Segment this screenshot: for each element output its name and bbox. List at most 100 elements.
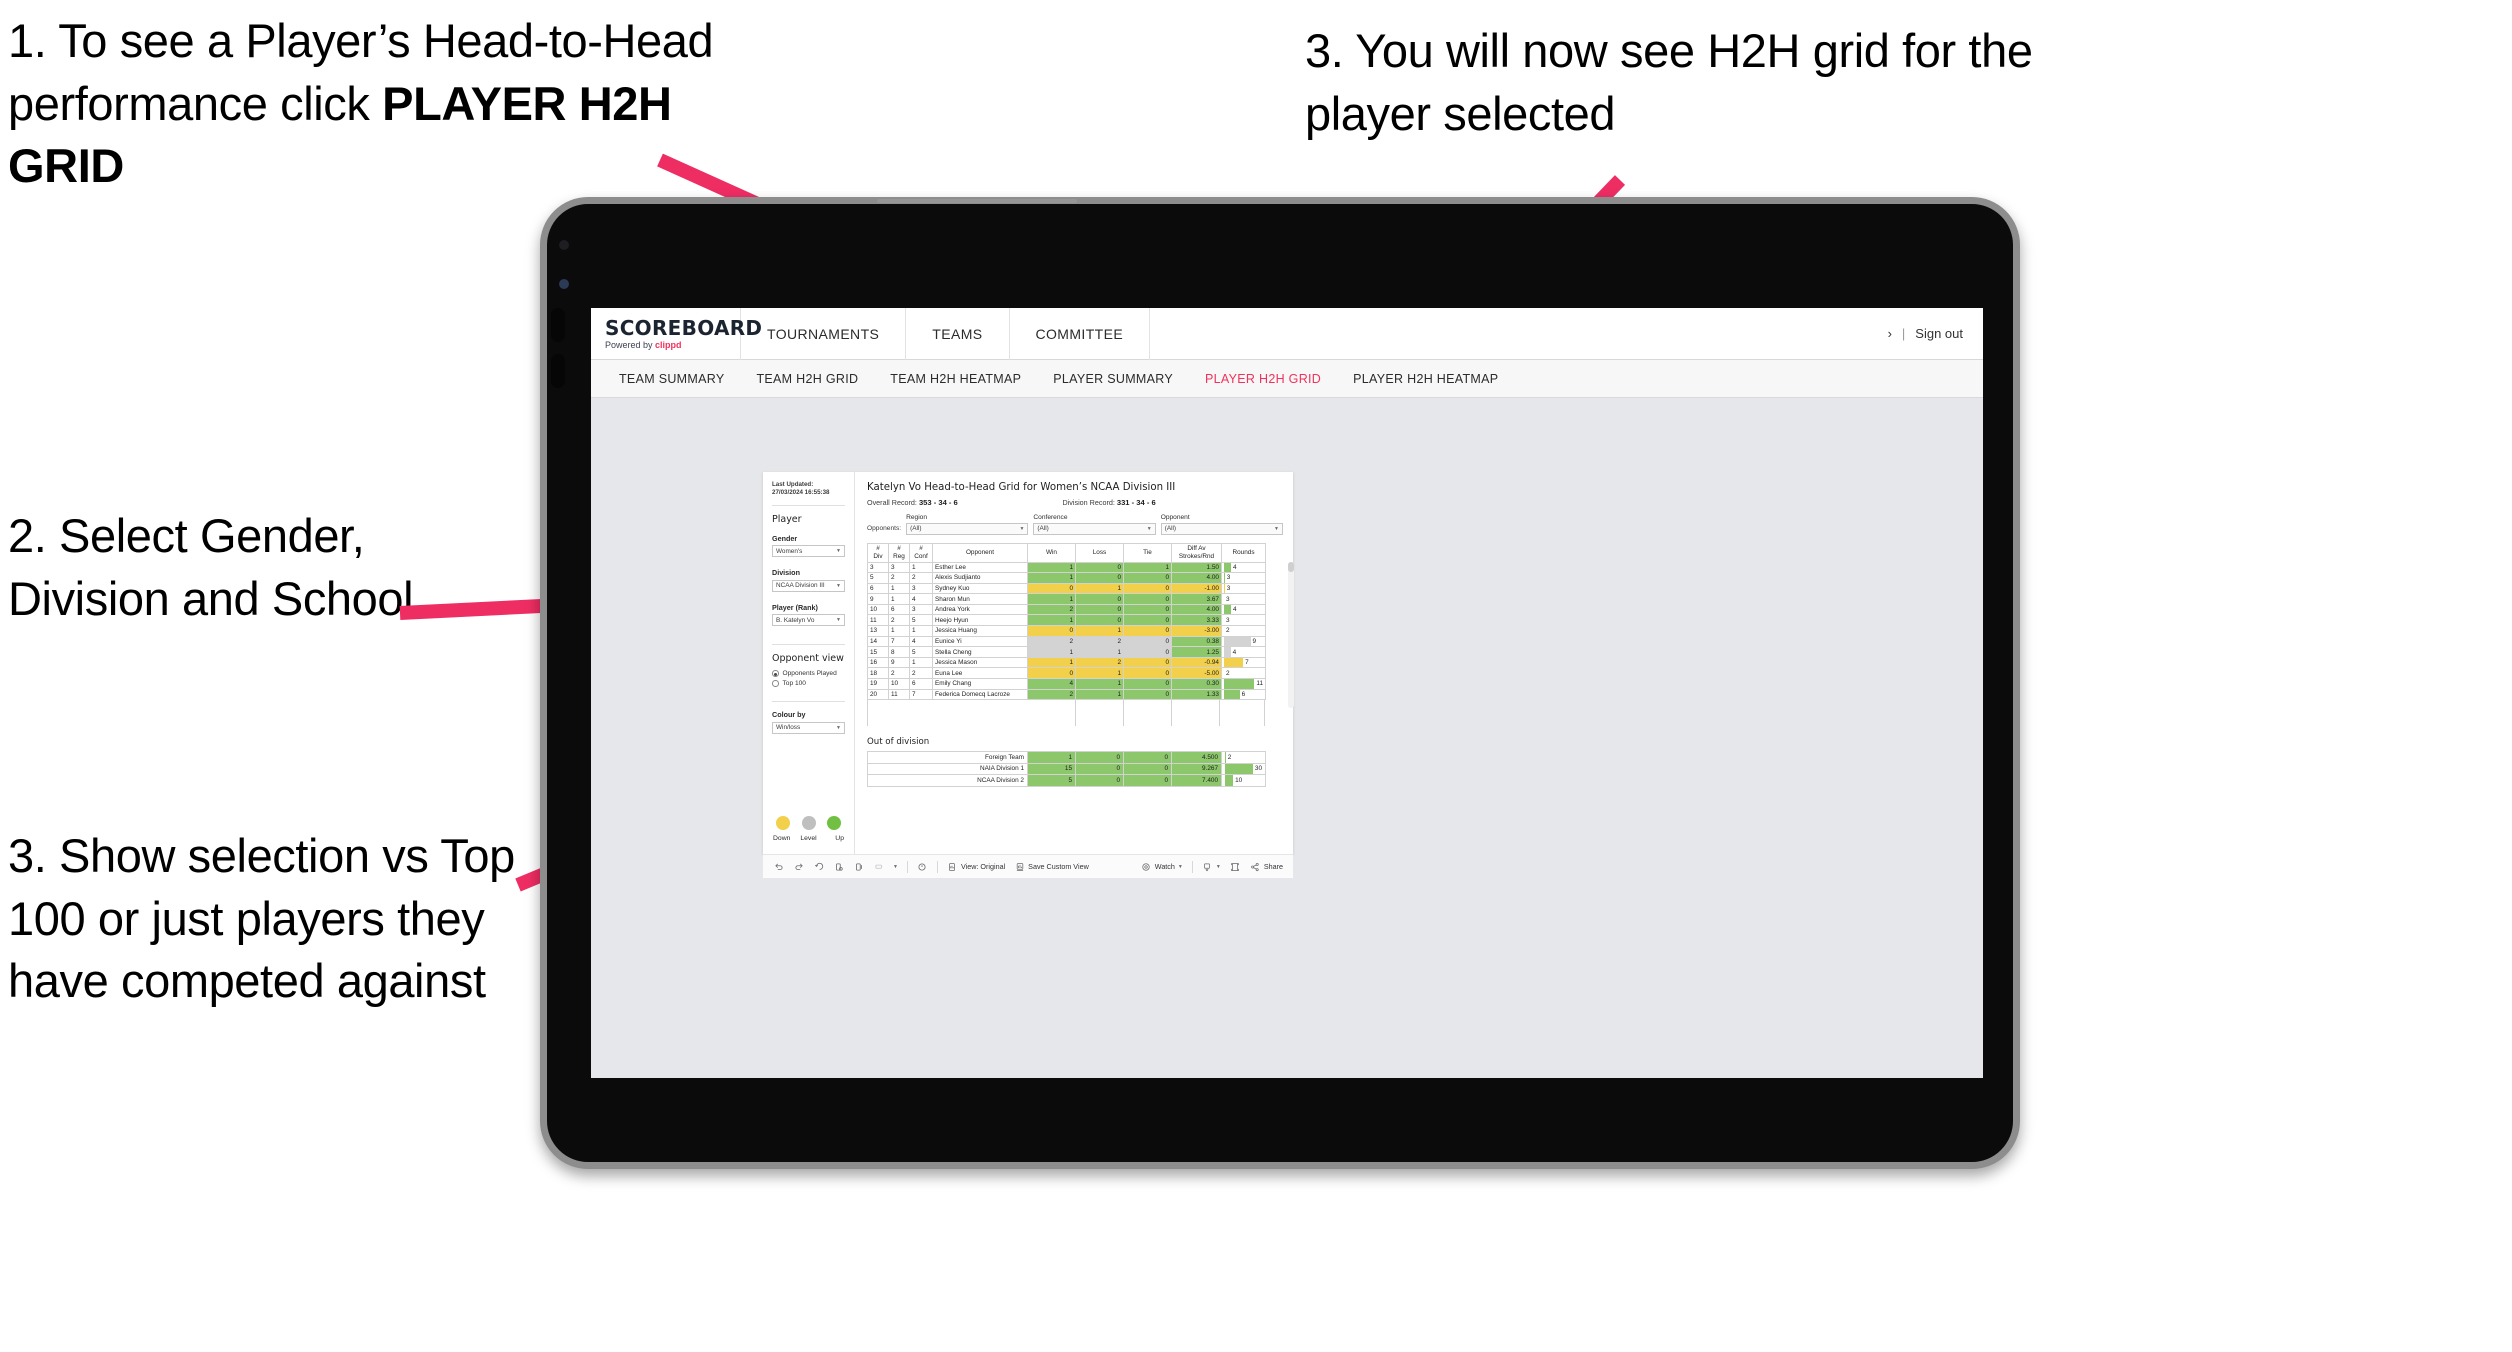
cell-conf: 2 — [909, 572, 933, 584]
colour-by-select[interactable]: Win/loss ▼ — [772, 721, 845, 734]
cell-rounds: 2 — [1221, 667, 1266, 680]
cell-tie: 0 — [1123, 656, 1172, 669]
gender-label: Gender — [772, 533, 798, 543]
table-row[interactable]: 11 2 5 Heejo Hyun 1 0 0 3.33 3 — [867, 614, 1266, 627]
radio-opponents-played[interactable]: Opponents Played — [772, 670, 845, 677]
undo-icon[interactable] — [773, 861, 784, 872]
col-reg[interactable]: # Reg — [888, 542, 910, 563]
col-opponent[interactable]: Opponent — [932, 542, 1028, 563]
chevron-down-icon[interactable]: ▼ — [893, 864, 898, 870]
cell-ood-loss: 0 — [1075, 762, 1124, 776]
col-rounds[interactable]: Rounds — [1221, 542, 1266, 563]
volume-down-button[interactable] — [551, 354, 565, 388]
cell-win: 1 — [1027, 646, 1076, 658]
tab-player-h2h-grid[interactable]: PLAYER H2H GRID — [1189, 360, 1337, 398]
tab-player-summary[interactable]: PLAYER SUMMARY — [1037, 360, 1189, 398]
cell-div: 11 — [867, 614, 889, 627]
col-conf[interactable]: # Conf — [909, 542, 933, 563]
legend-dots — [772, 816, 845, 830]
cell-ood-tie: 0 — [1123, 751, 1172, 764]
tablet-screen: SCOREBOARD Powered by clippd TOURNAMENTS… — [591, 308, 1983, 1078]
dashboard-workspace: Last Updated: 27/03/2024 16:55:38 Player… — [591, 398, 1983, 1078]
division-record-label: Division Record: — [1062, 498, 1117, 507]
table-row[interactable]: 15 8 5 Stella Cheng 1 1 0 1.25 4 — [867, 646, 1266, 658]
division-label: Division — [772, 568, 800, 578]
cell-div: 16 — [867, 656, 889, 669]
revert-icon[interactable] — [813, 861, 824, 872]
scoreboard-logo[interactable]: SCOREBOARD Powered by clippd — [591, 308, 762, 360]
col-tie[interactable]: Tie — [1123, 542, 1172, 563]
cell-diff: 3.67 — [1171, 593, 1222, 605]
cell-diff: -1.00 — [1171, 582, 1222, 595]
pause-icon[interactable] — [917, 861, 928, 872]
opponent-filter: Opponent (All) ▼ — [1160, 514, 1283, 535]
table-row[interactable]: 13 1 1 Jessica Huang 0 1 0 -3.00 2 — [867, 625, 1266, 637]
table-row[interactable]: 10 6 3 Andrea York 2 0 0 4.00 4 — [867, 603, 1266, 616]
user-chevron-icon[interactable]: › — [1888, 326, 1892, 341]
sign-out-link[interactable]: Sign out — [1915, 326, 1963, 341]
device-layout-icon[interactable] — [1230, 861, 1241, 872]
cell-div: 20 — [867, 688, 889, 701]
radio-top-100[interactable]: Top 100 — [772, 680, 845, 687]
view-original-button[interactable]: View: Original — [947, 861, 1005, 872]
topnav-item-tournaments[interactable]: TOURNAMENTS — [741, 308, 907, 360]
col-div[interactable]: # Div — [867, 542, 889, 563]
table-row[interactable]: 14 7 4 Eunice Yi 2 2 0 0.38 9 — [867, 635, 1266, 648]
conference-select[interactable]: (All) ▼ — [1033, 523, 1156, 535]
cell-win: 0 — [1027, 582, 1076, 595]
toolbar-divider — [906, 860, 908, 873]
watch-button[interactable]: Watch ▼ — [1141, 861, 1183, 872]
tab-team-summary[interactable]: TEAM SUMMARY — [603, 360, 740, 398]
player-rank-select[interactable]: B. Katelyn Vo ▼ — [772, 614, 845, 627]
records-row: Overall Record: 353 - 34 - 6 Division Re… — [867, 498, 1283, 507]
legend-dot-up — [827, 816, 841, 830]
tab-team-h2h-heatmap[interactable]: TEAM H2H HEATMAP — [874, 360, 1037, 398]
share-button[interactable]: Share — [1250, 861, 1283, 872]
overall-record: Overall Record: 353 - 34 - 6 — [867, 498, 1063, 507]
table-row[interactable]: 6 1 3 Sydney Kuo 0 1 0 -1.00 3 — [867, 582, 1266, 595]
table-scrollbar[interactable] — [1288, 561, 1294, 708]
legend-label-down: Down — [773, 835, 791, 842]
cell-tie: 0 — [1123, 678, 1172, 690]
col-div-line1: # — [876, 545, 880, 553]
table-row[interactable]: 18 2 2 Euna Lee 0 1 0 -5.00 2 — [867, 667, 1266, 680]
cell-ood-rounds: 2 — [1221, 751, 1266, 764]
volume-up-button[interactable] — [551, 308, 565, 342]
region-select[interactable]: (All) ▼ — [906, 523, 1029, 535]
tab-player-h2h-heatmap[interactable]: PLAYER H2H HEATMAP — [1337, 360, 1514, 398]
redo-icon[interactable] — [793, 861, 804, 872]
table-scrollbar-thumb[interactable] — [1288, 561, 1294, 572]
cell-div: 10 — [867, 603, 889, 616]
col-loss[interactable]: Loss — [1075, 542, 1124, 563]
view-original-label: View: Original — [960, 862, 1006, 871]
table-row[interactable]: 20 11 7 Federica Domecq Lacroze 2 1 0 1.33 6 — [867, 688, 1266, 701]
table-row[interactable]: 5 2 2 Alexis Sudjianto 1 0 0 4.00 3 — [867, 572, 1266, 584]
save-custom-view-button[interactable]: Save Custom View — [1014, 861, 1089, 872]
cell-win: 2 — [1027, 688, 1076, 701]
col-win[interactable]: Win — [1027, 542, 1076, 563]
table-row[interactable]: 9 1 4 Sharon Mun 1 0 0 3.67 3 — [867, 593, 1266, 605]
cell-div: 6 — [867, 582, 889, 595]
pause-auto-update-icon[interactable] — [853, 861, 864, 872]
out-of-division-row[interactable]: NCAA Division 2 5 0 0 7.400 10 — [867, 774, 1266, 787]
gender-select[interactable]: Women's ▼ — [772, 545, 845, 558]
download-button[interactable]: ▼ — [1202, 861, 1221, 872]
annotation-step-2: 2. Select Gender, Division and School — [8, 509, 414, 625]
swap-axes-icon[interactable] — [873, 861, 884, 872]
table-row[interactable]: 3 3 1 Esther Lee 1 0 1 1.50 4 — [867, 561, 1266, 574]
cell-rounds: 4 — [1221, 646, 1266, 658]
out-of-division-row[interactable]: Foreign Team 1 0 0 4.500 2 — [867, 751, 1266, 764]
refresh-icon[interactable] — [833, 861, 844, 872]
topnav-item-committee[interactable]: COMMITTEE — [1010, 308, 1151, 360]
tab-team-h2h-grid[interactable]: TEAM H2H GRID — [740, 360, 874, 398]
table-row[interactable]: 19 10 6 Emily Chang 4 1 0 0.30 11 — [867, 678, 1266, 690]
col-diff-av-strokes[interactable]: Diff Av Strokes/Rnd — [1171, 542, 1222, 563]
watch-icon — [1141, 861, 1152, 872]
division-select[interactable]: NCAA Division III ▼ — [772, 579, 845, 592]
table-row[interactable]: 16 9 1 Jessica Mason 1 2 0 -0.94 7 — [867, 656, 1266, 669]
out-of-division-row[interactable]: NAIA Division 1 15 0 0 9.267 30 — [867, 762, 1266, 776]
opponent-select[interactable]: (All) ▼ — [1160, 523, 1283, 535]
cell-reg: 10 — [888, 678, 910, 690]
watch-label: Watch — [1154, 862, 1175, 871]
topnav-item-teams[interactable]: TEAMS — [906, 308, 1010, 360]
